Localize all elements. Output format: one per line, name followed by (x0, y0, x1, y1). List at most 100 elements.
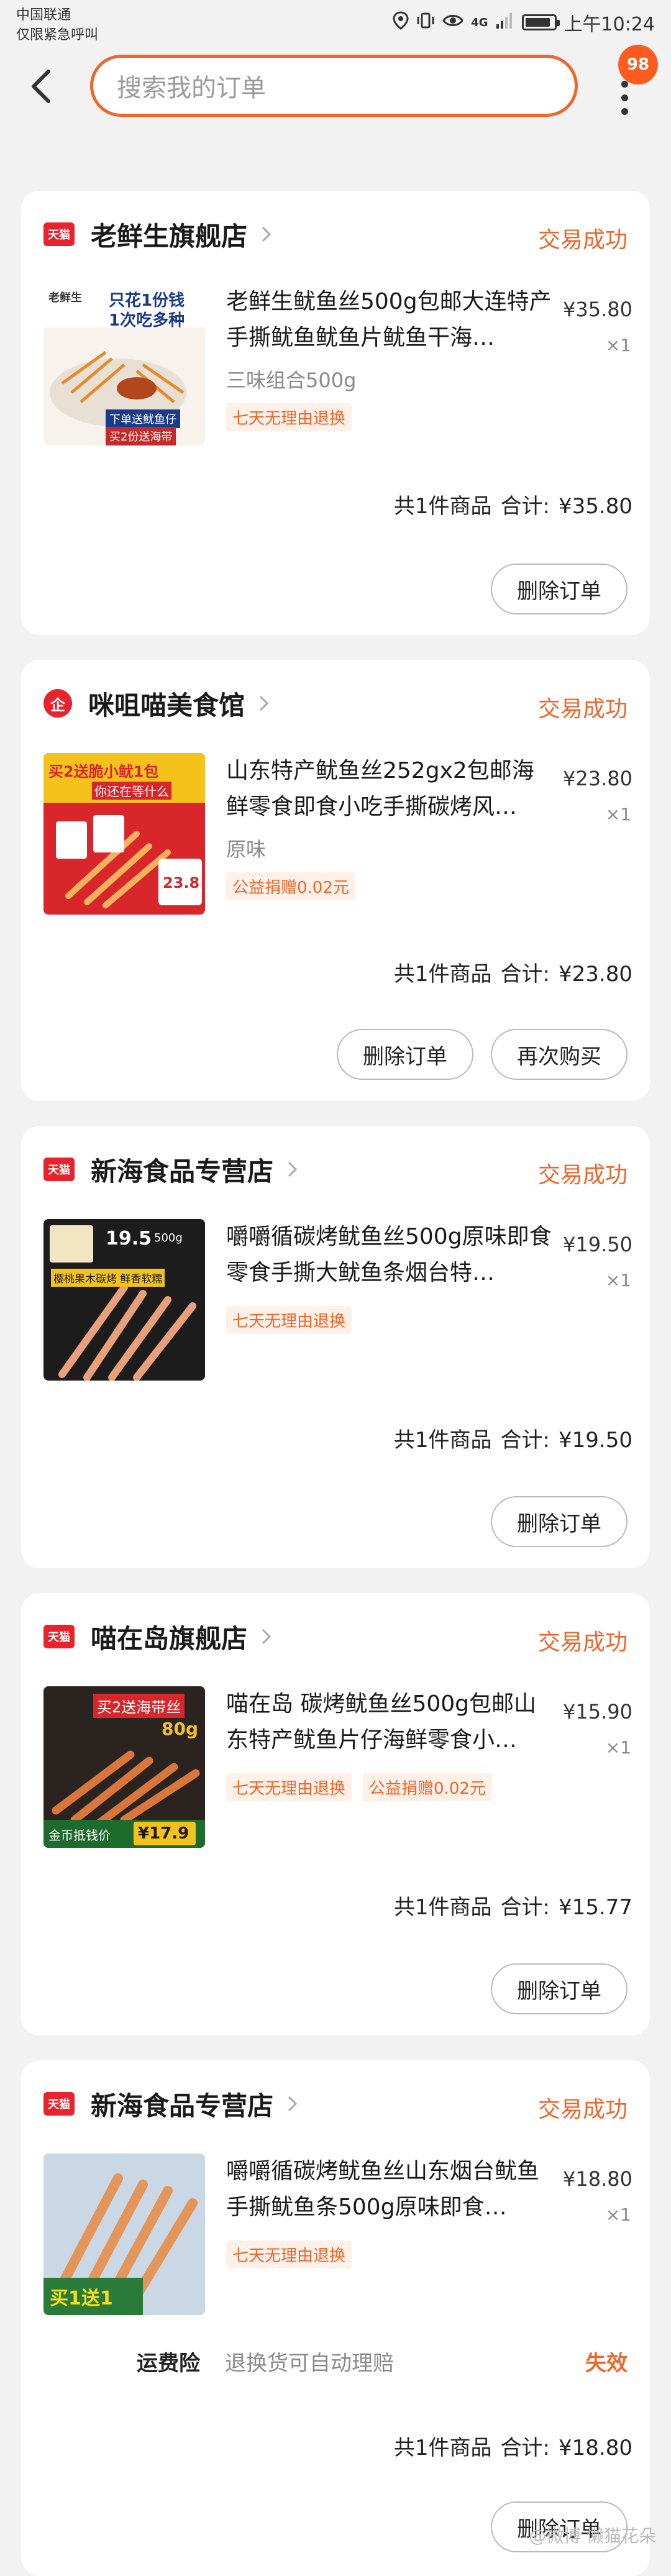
unit-price: ¥35.80 (563, 298, 632, 321)
order-total-row: 共1件商品 合计: ¥35.80 (394, 489, 632, 519)
unit-price: ¥18.80 (563, 2167, 632, 2191)
thumb-promo: 买1送1 (50, 2288, 113, 2309)
buy-again-button[interactable]: 再次购买 (491, 1029, 628, 1080)
item-count: 共1件商品 (393, 1428, 492, 1453)
quantity: ×1 (605, 1737, 631, 1758)
unit-price: ¥19.50 (563, 1233, 632, 1256)
thumb-weight: 500g (154, 1231, 183, 1245)
delete-order-button[interactable]: 删除订单 (491, 1963, 628, 2014)
product-title[interactable]: 嚼嚼循碳烤鱿鱼丝山东烟台鱿鱼手撕鱿鱼条500g原味即食… (226, 2154, 555, 2226)
total-amount: ¥19.50 (559, 1428, 632, 1453)
shipping-insurance-row[interactable]: 运费险 退换货可自动理赔 失效 (43, 2346, 628, 2377)
eye-icon (442, 12, 463, 33)
product-title[interactable]: 喵在岛 碳烤鱿鱼丝500g包邮山东特产鱿鱼片仔海鲜零食小… (226, 1686, 555, 1758)
service-tags: 七天无理由退换 公益捐赠0.02元 (226, 1773, 492, 1801)
order-card[interactable]: 天猫 喵在岛旗舰店 交易成功 买2送海带丝 80g 金币抵钱价 ¥17.9 喵在… (21, 1593, 650, 2035)
order-card[interactable]: 天猫 新海食品专营店 交易成功 买1送1 嚼嚼循碳烤鱿鱼丝山东烟台鱿鱼手撕鱿鱼条… (21, 2060, 650, 2576)
product-thumbnail[interactable]: 买1送1 (43, 2154, 205, 2315)
insurance-description: 退换货可自动理赔 (225, 2351, 394, 2376)
service-tags: 七天无理由退换 (226, 403, 352, 431)
product-thumbnail[interactable]: 买2送海带丝 80g 金币抵钱价 ¥17.9 (43, 1686, 205, 1848)
product-sku: 三味组合500g (226, 368, 357, 392)
order-card[interactable]: 企 咪咀喵美食馆 交易成功 买2送脆小鱿1包 你还在等什么 23.8 山东特产鱿… (21, 660, 650, 1101)
order-status: 交易成功 (537, 2097, 628, 2122)
total-label: 合计: (500, 962, 550, 987)
store-link[interactable]: 天猫 新海食品专营店 (43, 2085, 301, 2122)
search-box[interactable]: 搜索我的订单 (90, 55, 578, 117)
order-status: 交易成功 (537, 1630, 628, 1655)
thumb-weight: 80g (162, 1719, 199, 1739)
chevron-right-icon (262, 1628, 272, 1645)
item-count: 共1件商品 (393, 494, 492, 519)
store-link[interactable]: 企 咪咀喵美食馆 (43, 685, 272, 722)
order-card[interactable]: 天猫 老鲜生旗舰店 交易成功 老鲜生 只花1份钱 1次吃多种 下单送鱿鱼仔 买2… (21, 191, 650, 635)
chevron-right-icon (259, 695, 269, 711)
order-total-row: 共1件商品 合计: ¥18.80 (394, 2431, 632, 2461)
store-link[interactable]: 天猫 喵在岛旗舰店 (43, 1618, 275, 1655)
thumb-slogan: 买2送海带丝 (93, 1694, 185, 1718)
tmall-badge-icon: 天猫 (43, 1158, 75, 1181)
total-label: 合计: (500, 1428, 550, 1453)
service-tags: 七天无理由退换 (226, 2240, 352, 2268)
quantity: ×1 (605, 2204, 631, 2225)
chevron-right-icon (262, 226, 272, 242)
order-total-row: 共1件商品 合计: ¥15.77 (394, 1890, 632, 1921)
status-bar: 中国联通 仅限紧急呼叫 4G 上午10:24 (0, 0, 671, 43)
unit-price: ¥23.80 (563, 767, 632, 790)
total-amount: ¥18.80 (559, 2436, 632, 2460)
order-card[interactable]: 天猫 新海食品专营店 交易成功 19.5 500g 樱桃果木碳烤 鲜香软糯 嚼嚼… (21, 1126, 650, 1568)
tmall-badge-icon: 天猫 (43, 2092, 75, 2116)
product-title[interactable]: 老鲜生鱿鱼丝500g包邮大连特产手撕鱿鱼鱿鱼片鱿鱼干海… (226, 284, 555, 356)
total-amount: ¥35.80 (559, 494, 632, 519)
delete-order-button[interactable]: 删除订单 (337, 1029, 473, 1080)
carrier-label: 中国联通 (16, 7, 71, 23)
insurance-label: 运费险 (137, 2351, 200, 2376)
thumb-brand: 老鲜生 (48, 291, 82, 304)
location-icon (393, 11, 409, 34)
item-count: 共1件商品 (393, 962, 492, 987)
order-actions: 删除订单 (491, 1496, 628, 1547)
item-count: 共1件商品 (393, 1895, 492, 1920)
store-link[interactable]: 天猫 新海食品专营店 (43, 1151, 301, 1188)
order-total-row: 共1件商品 合计: ¥19.50 (394, 1423, 632, 1453)
clock-time: 上午10:24 (564, 14, 655, 35)
thumb-slogan: 樱桃果木碳烤 鲜香软糯 (51, 1269, 165, 1287)
order-status: 交易成功 (537, 1162, 628, 1188)
quantity: ×1 (605, 335, 631, 355)
message-count-badge[interactable]: 98 (618, 45, 658, 84)
thumb-price: 19.5 (106, 1228, 152, 1249)
product-thumbnail[interactable]: 老鲜生 只花1份钱 1次吃多种 下单送鱿鱼仔 买2份送海带 (43, 284, 205, 445)
product-title[interactable]: 嚼嚼循碳烤鱿鱼丝500g原味即食零食手撕大鱿鱼条烟台特… (226, 1219, 555, 1291)
product-thumbnail[interactable]: 买2送脆小鱿1包 你还在等什么 23.8 (43, 753, 205, 915)
order-actions: 删除订单 (491, 564, 628, 614)
delete-order-button[interactable]: 删除订单 (491, 564, 628, 614)
order-actions: 删除订单 (491, 1963, 628, 2014)
product-title[interactable]: 山东特产鱿鱼丝252gx2包邮海鲜零食即食小吃手撕碳烤风… (226, 753, 555, 825)
chevron-right-icon (288, 2096, 298, 2112)
thumb-slogan-2: 1次吃多种 (109, 311, 185, 330)
store-link[interactable]: 天猫 老鲜生旗舰店 (43, 216, 275, 253)
thumb-price: 23.8 (163, 874, 200, 892)
service-tag: 七天无理由退换 (226, 1306, 352, 1334)
total-amount: ¥23.80 (559, 962, 632, 987)
store-name: 新海食品专营店 (91, 1156, 274, 1187)
service-tag: 七天无理由退换 (226, 2240, 352, 2268)
order-total-row: 共1件商品 合计: ¥23.80 (394, 957, 632, 987)
insurance-status: 失效 (585, 2351, 628, 2376)
service-tag: 公益捐赠0.02元 (363, 1773, 492, 1801)
service-tag: 七天无理由退换 (226, 1773, 352, 1801)
store-name: 喵在岛旗舰店 (91, 1623, 248, 1654)
product-thumbnail[interactable]: 19.5 500g 樱桃果木碳烤 鲜香软糯 (43, 1219, 205, 1381)
tmall-badge-icon: 天猫 (43, 1625, 75, 1648)
thumb-slogan-2: 你还在等什么 (92, 782, 171, 800)
quantity: ×1 (605, 804, 631, 824)
service-tag: 七天无理由退换 (226, 403, 352, 431)
header: 搜索我的订单 98 (0, 43, 671, 130)
quantity: ×1 (605, 1270, 631, 1290)
search-placeholder: 搜索我的订单 (117, 74, 266, 103)
battery-icon (521, 14, 560, 30)
thumb-promo-2: 买2份送海带 (106, 427, 176, 445)
back-button[interactable] (22, 65, 60, 108)
thumb-slogan-1: 买2送脆小鱿1包 (48, 763, 159, 780)
delete-order-button[interactable]: 删除订单 (491, 1496, 628, 1547)
